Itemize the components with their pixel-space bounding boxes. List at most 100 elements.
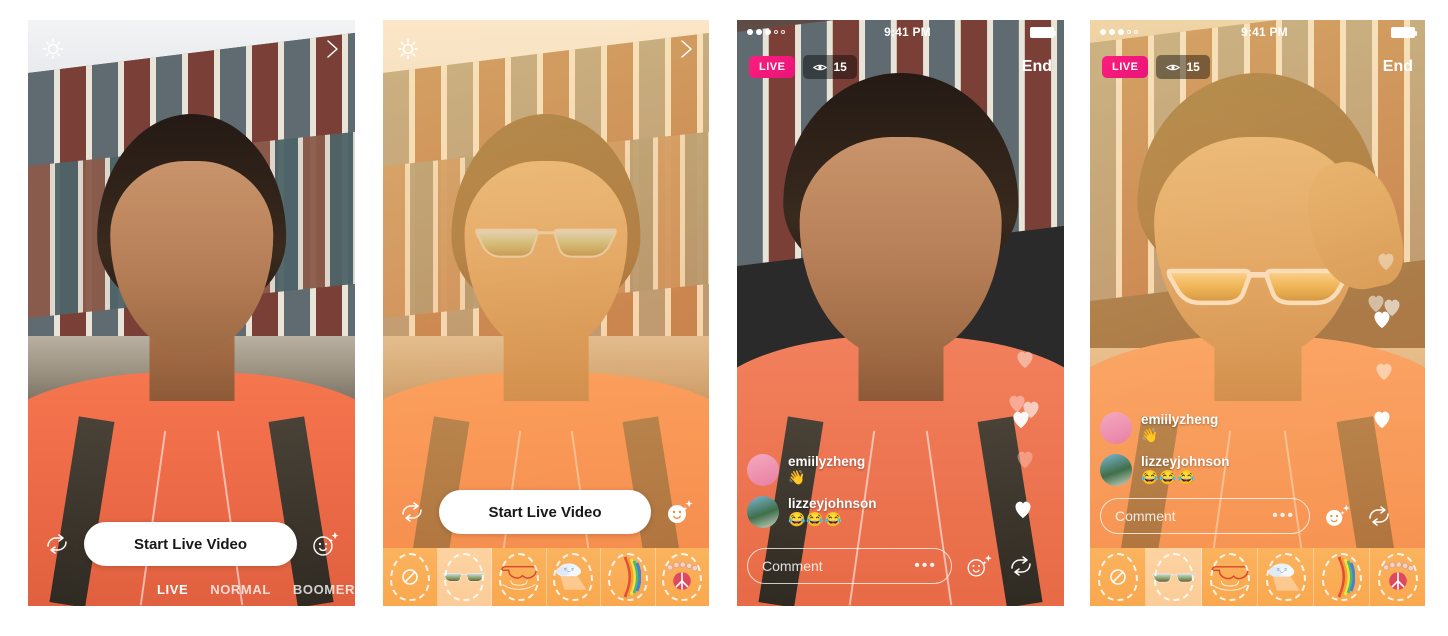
- filter-outline: [444, 553, 485, 601]
- face-filter-icon[interactable]: [964, 552, 994, 580]
- mode-live[interactable]: LIVE: [157, 582, 188, 597]
- chevron-right-icon[interactable]: [321, 36, 343, 62]
- filter-outline: [1377, 553, 1418, 601]
- camera-flip-icon[interactable]: [1364, 503, 1394, 529]
- filter-cell-rain-cloud[interactable]: ಠ‿ಠ: [1258, 548, 1314, 606]
- face-filter-icon[interactable]: [1322, 502, 1352, 530]
- heart-icon: [1013, 411, 1029, 429]
- face-filter-tray-4[interactable]: ಠ‿ಠ: [1090, 548, 1425, 606]
- filter-outline: [389, 553, 430, 601]
- comment-item: emiilyzheng 👋: [747, 454, 974, 486]
- camera-top-bar-2: [383, 26, 709, 72]
- avatar[interactable]: [1100, 412, 1132, 444]
- heart-icon: [1378, 253, 1394, 271]
- filter-cell-peace-flower-crown[interactable]: [1370, 548, 1425, 606]
- heart-icon: [1374, 311, 1390, 329]
- comment-text: 👋: [788, 469, 807, 485]
- live-comments-4: emiilyzheng 👋 lizzeyjohnson 😂😂😂: [1100, 412, 1335, 486]
- filter-outline: [1209, 553, 1250, 601]
- battery-icon: [1390, 26, 1417, 38]
- avatar[interactable]: [747, 454, 779, 486]
- screenshot-stage: Start Live Video LIVE NORMAL BOOMER Star…: [0, 0, 1448, 636]
- heart-icon: [1015, 501, 1031, 519]
- viewer-count-badge[interactable]: 15: [803, 55, 857, 79]
- filter-cell-heart-glasses[interactable]: [1202, 548, 1258, 606]
- more-options-icon[interactable]: •••: [914, 557, 937, 575]
- comment-item: lizzeyjohnson 😂😂😂: [1100, 454, 1335, 486]
- battery-icon: [1029, 26, 1056, 38]
- filter-outline: [1097, 553, 1138, 601]
- subject-face: [109, 160, 274, 354]
- filter-outline: [553, 553, 594, 601]
- live-composer-1: Start Live Video: [28, 522, 355, 566]
- comment-username[interactable]: emiilyzheng: [788, 454, 865, 469]
- gear-icon[interactable]: [395, 36, 421, 62]
- subject-person: [28, 20, 355, 606]
- comment-text: 😂😂😂: [1141, 469, 1197, 485]
- end-live-button[interactable]: End: [1383, 58, 1413, 76]
- face-filter-tray-2[interactable]: ಠ‿ಠ: [383, 548, 709, 606]
- live-comment-bar-3: Comment •••: [747, 548, 1054, 584]
- filter-outline: [662, 553, 703, 601]
- start-live-video-button[interactable]: Start Live Video: [84, 522, 297, 566]
- live-badge: LIVE: [749, 56, 796, 78]
- gear-icon[interactable]: [40, 36, 66, 62]
- ios-status-bar-3: 9:41 PM: [737, 20, 1064, 44]
- screen-live-broadcasting-with-filters: 9:41 PM LIVE 15 End emiilyzheng 👋 lizzey…: [1090, 20, 1425, 606]
- filter-cell-none[interactable]: [1090, 548, 1146, 606]
- comment-username[interactable]: lizzeyjohnson: [788, 496, 877, 511]
- heart-icon: [1376, 363, 1392, 381]
- viewer-count-value: 15: [833, 60, 847, 74]
- ios-status-bar-4: 9:41 PM: [1090, 20, 1425, 44]
- camera-preview-1: [28, 20, 355, 606]
- floating-hearts-3: [1000, 348, 1050, 538]
- filter-cell-peace-flower-crown[interactable]: [656, 548, 710, 606]
- start-live-video-button[interactable]: Start Live Video: [439, 490, 651, 534]
- filter-cell-rain-cloud[interactable]: ಠ‿ಠ: [547, 548, 601, 606]
- viewer-count-badge[interactable]: 15: [1156, 55, 1210, 79]
- avatar[interactable]: [747, 496, 779, 528]
- heart-icon: [1017, 451, 1033, 469]
- comment-input[interactable]: Comment •••: [747, 548, 952, 584]
- applied-sunglasses-overlay: [471, 208, 621, 272]
- camera-top-bar-1: [28, 26, 355, 72]
- comment-item: lizzeyjohnson 😂😂😂: [747, 496, 974, 528]
- comment-username[interactable]: emiilyzheng: [1141, 412, 1218, 427]
- mode-normal[interactable]: NORMAL: [210, 582, 271, 597]
- filter-outline: [607, 553, 648, 601]
- signal-strength-icon: [1100, 29, 1138, 35]
- more-options-icon[interactable]: •••: [1272, 507, 1295, 525]
- avatar[interactable]: [1100, 454, 1132, 486]
- face-filter-icon[interactable]: [663, 497, 695, 527]
- live-comment-bar-4: Comment •••: [1100, 498, 1415, 534]
- chevron-right-icon[interactable]: [675, 36, 697, 62]
- live-comments-3: emiilyzheng 👋 lizzeyjohnson 😂😂😂: [747, 454, 974, 528]
- camera-flip-icon[interactable]: [42, 531, 72, 557]
- filter-cell-aviator-sunglasses[interactable]: [437, 548, 492, 606]
- live-top-bar-4: LIVE 15 End: [1090, 44, 1425, 90]
- capture-mode-selector[interactable]: LIVE NORMAL BOOMER: [28, 576, 355, 602]
- mode-boomerang[interactable]: BOOMER: [293, 582, 355, 597]
- status-clock: 9:41 PM: [884, 25, 931, 39]
- filter-cell-heart-glasses[interactable]: [492, 548, 547, 606]
- filter-cell-rainbow[interactable]: [1314, 548, 1370, 606]
- filter-outline: [1153, 553, 1194, 601]
- live-composer-2: Start Live Video: [383, 490, 709, 534]
- eye-icon: [813, 64, 828, 70]
- camera-flip-icon[interactable]: [397, 499, 427, 525]
- comment-text: 😂😂😂: [788, 511, 844, 527]
- end-live-button[interactable]: End: [1022, 58, 1052, 76]
- live-top-bar-3: LIVE 15 End: [737, 44, 1064, 90]
- signal-strength-icon: [747, 29, 785, 35]
- comment-input[interactable]: Comment •••: [1100, 498, 1310, 534]
- comment-username[interactable]: lizzeyjohnson: [1141, 454, 1230, 469]
- screen-live-camera-setup: Start Live Video LIVE NORMAL BOOMER: [28, 20, 355, 606]
- filter-cell-rainbow[interactable]: [601, 548, 656, 606]
- comment-placeholder: Comment: [762, 558, 823, 574]
- filter-cell-none[interactable]: [383, 548, 438, 606]
- viewer-count-value: 15: [1186, 60, 1200, 74]
- eye-icon: [1166, 64, 1181, 70]
- camera-flip-icon[interactable]: [1006, 553, 1036, 579]
- filter-cell-aviator-sunglasses[interactable]: [1146, 548, 1202, 606]
- face-filter-icon[interactable]: [309, 529, 341, 559]
